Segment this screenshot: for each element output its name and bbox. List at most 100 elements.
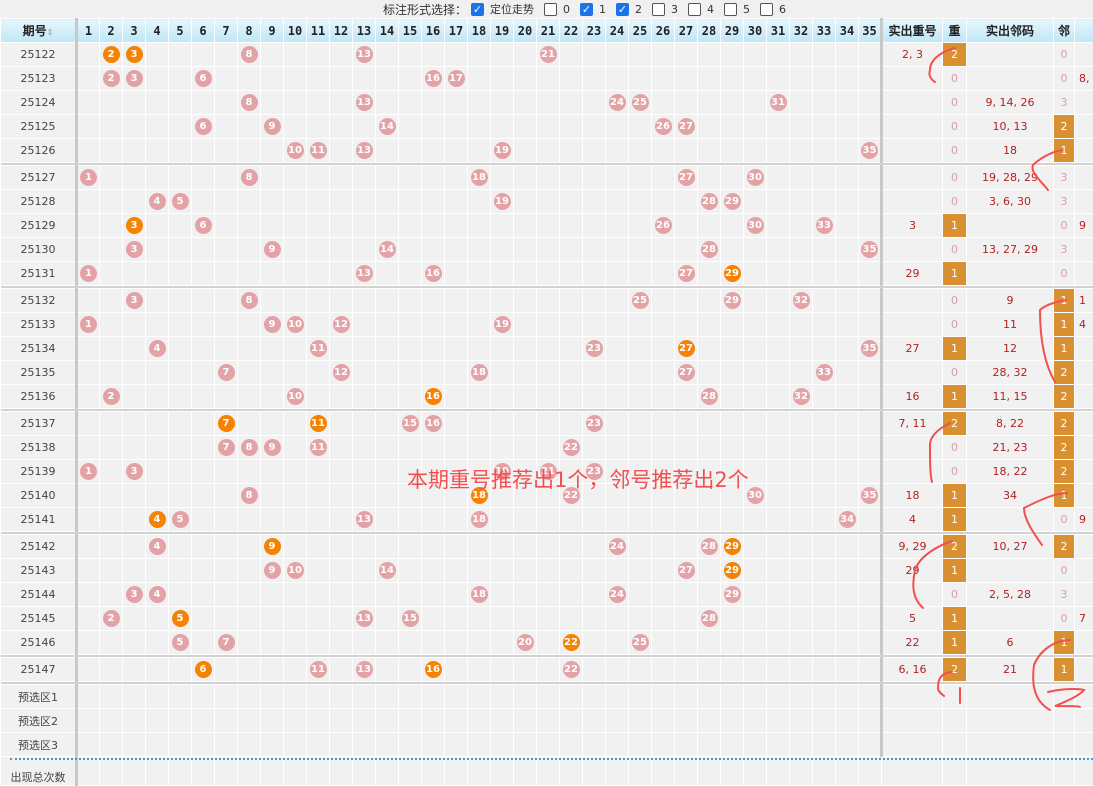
number-cell[interactable] xyxy=(767,412,790,436)
number-cell[interactable]: 23 xyxy=(583,337,606,361)
number-cell[interactable]: 25 xyxy=(629,289,652,313)
number-cell[interactable]: 19 xyxy=(491,460,514,484)
number-cell[interactable] xyxy=(583,535,606,559)
number-cell[interactable] xyxy=(813,412,836,436)
preselect-cell[interactable] xyxy=(698,733,721,757)
number-cell[interactable] xyxy=(606,361,629,385)
number-cell[interactable] xyxy=(537,289,560,313)
number-cell[interactable] xyxy=(583,115,606,139)
number-cell[interactable] xyxy=(284,658,307,682)
number-cell[interactable] xyxy=(836,583,859,607)
number-cell[interactable] xyxy=(238,361,261,385)
preselect-cell[interactable] xyxy=(744,685,767,709)
number-cell[interactable] xyxy=(652,535,675,559)
number-cell[interactable]: 15 xyxy=(399,412,422,436)
number-cell[interactable] xyxy=(215,658,238,682)
number-cell[interactable]: 11 xyxy=(307,436,330,460)
number-cell[interactable] xyxy=(767,43,790,67)
number-cell[interactable] xyxy=(330,607,353,631)
preselect-cell[interactable] xyxy=(169,733,192,757)
number-cell[interactable] xyxy=(77,559,100,583)
preselect-cell[interactable] xyxy=(652,733,675,757)
preselect-cell[interactable] xyxy=(399,733,422,757)
preselect-cell[interactable] xyxy=(468,733,491,757)
number-cell[interactable]: 35 xyxy=(859,139,882,163)
number-cell[interactable] xyxy=(606,313,629,337)
number-cell[interactable] xyxy=(307,535,330,559)
number-cell[interactable]: 9 xyxy=(261,559,284,583)
number-cell[interactable] xyxy=(399,238,422,262)
number-cell[interactable] xyxy=(100,436,123,460)
number-cell[interactable]: 24 xyxy=(606,583,629,607)
number-cell[interactable] xyxy=(813,484,836,508)
preselect-cell[interactable] xyxy=(261,685,284,709)
preselect-cell[interactable] xyxy=(123,709,146,733)
number-cell[interactable] xyxy=(790,214,813,238)
number-cell[interactable]: 13 xyxy=(353,607,376,631)
number-cell[interactable] xyxy=(836,166,859,190)
number-cell[interactable] xyxy=(353,361,376,385)
number-cell[interactable]: 28 xyxy=(698,190,721,214)
number-cell[interactable] xyxy=(445,214,468,238)
number-cell[interactable] xyxy=(445,484,468,508)
number-cell[interactable] xyxy=(330,460,353,484)
number-cell[interactable] xyxy=(330,535,353,559)
sort-icon[interactable]: ⇕ xyxy=(47,25,54,38)
number-cell[interactable] xyxy=(100,166,123,190)
number-cell[interactable] xyxy=(629,166,652,190)
number-cell[interactable] xyxy=(629,115,652,139)
number-cell[interactable] xyxy=(445,412,468,436)
number-cell[interactable] xyxy=(491,115,514,139)
number-cell[interactable] xyxy=(537,115,560,139)
number-cell[interactable] xyxy=(238,631,261,655)
number-cell[interactable] xyxy=(215,508,238,532)
number-cell[interactable] xyxy=(767,238,790,262)
number-cell[interactable] xyxy=(261,583,284,607)
number-cell[interactable] xyxy=(675,289,698,313)
number-cell[interactable] xyxy=(537,313,560,337)
number-cell[interactable] xyxy=(629,484,652,508)
number-cell[interactable] xyxy=(284,67,307,91)
number-cell[interactable] xyxy=(698,631,721,655)
number-cell[interactable] xyxy=(859,190,882,214)
number-cell[interactable] xyxy=(560,139,583,163)
number-cell[interactable] xyxy=(192,508,215,532)
number-cell[interactable] xyxy=(652,631,675,655)
preselect-cell[interactable] xyxy=(77,709,100,733)
number-cell[interactable] xyxy=(330,262,353,286)
number-cell[interactable] xyxy=(675,43,698,67)
number-cell[interactable] xyxy=(376,289,399,313)
number-cell[interactable] xyxy=(192,313,215,337)
number-cell[interactable] xyxy=(422,508,445,532)
number-cell[interactable] xyxy=(813,67,836,91)
number-cell[interactable] xyxy=(583,631,606,655)
number-cell[interactable]: 22 xyxy=(560,484,583,508)
number-cell[interactable] xyxy=(606,139,629,163)
number-cell[interactable] xyxy=(836,607,859,631)
number-cell[interactable] xyxy=(537,139,560,163)
number-cell[interactable] xyxy=(445,238,468,262)
number-cell[interactable] xyxy=(491,43,514,67)
number-cell[interactable] xyxy=(330,289,353,313)
number-cell[interactable] xyxy=(514,412,537,436)
number-cell[interactable] xyxy=(790,115,813,139)
number-cell[interactable] xyxy=(721,508,744,532)
preselect-cell[interactable] xyxy=(215,709,238,733)
number-cell[interactable] xyxy=(514,166,537,190)
number-cell[interactable] xyxy=(560,607,583,631)
number-cell[interactable] xyxy=(859,385,882,409)
option-1[interactable]: 0 xyxy=(544,1,570,17)
number-cell[interactable] xyxy=(767,658,790,682)
number-cell[interactable] xyxy=(146,412,169,436)
number-cell[interactable] xyxy=(123,91,146,115)
number-cell[interactable] xyxy=(514,559,537,583)
number-cell[interactable]: 16 xyxy=(422,67,445,91)
preselect-cell[interactable] xyxy=(514,685,537,709)
number-cell[interactable] xyxy=(445,559,468,583)
number-cell[interactable] xyxy=(261,91,284,115)
number-cell[interactable] xyxy=(238,535,261,559)
number-cell[interactable] xyxy=(859,262,882,286)
number-cell[interactable]: 10 xyxy=(284,313,307,337)
number-cell[interactable]: 13 xyxy=(353,139,376,163)
number-cell[interactable] xyxy=(146,43,169,67)
